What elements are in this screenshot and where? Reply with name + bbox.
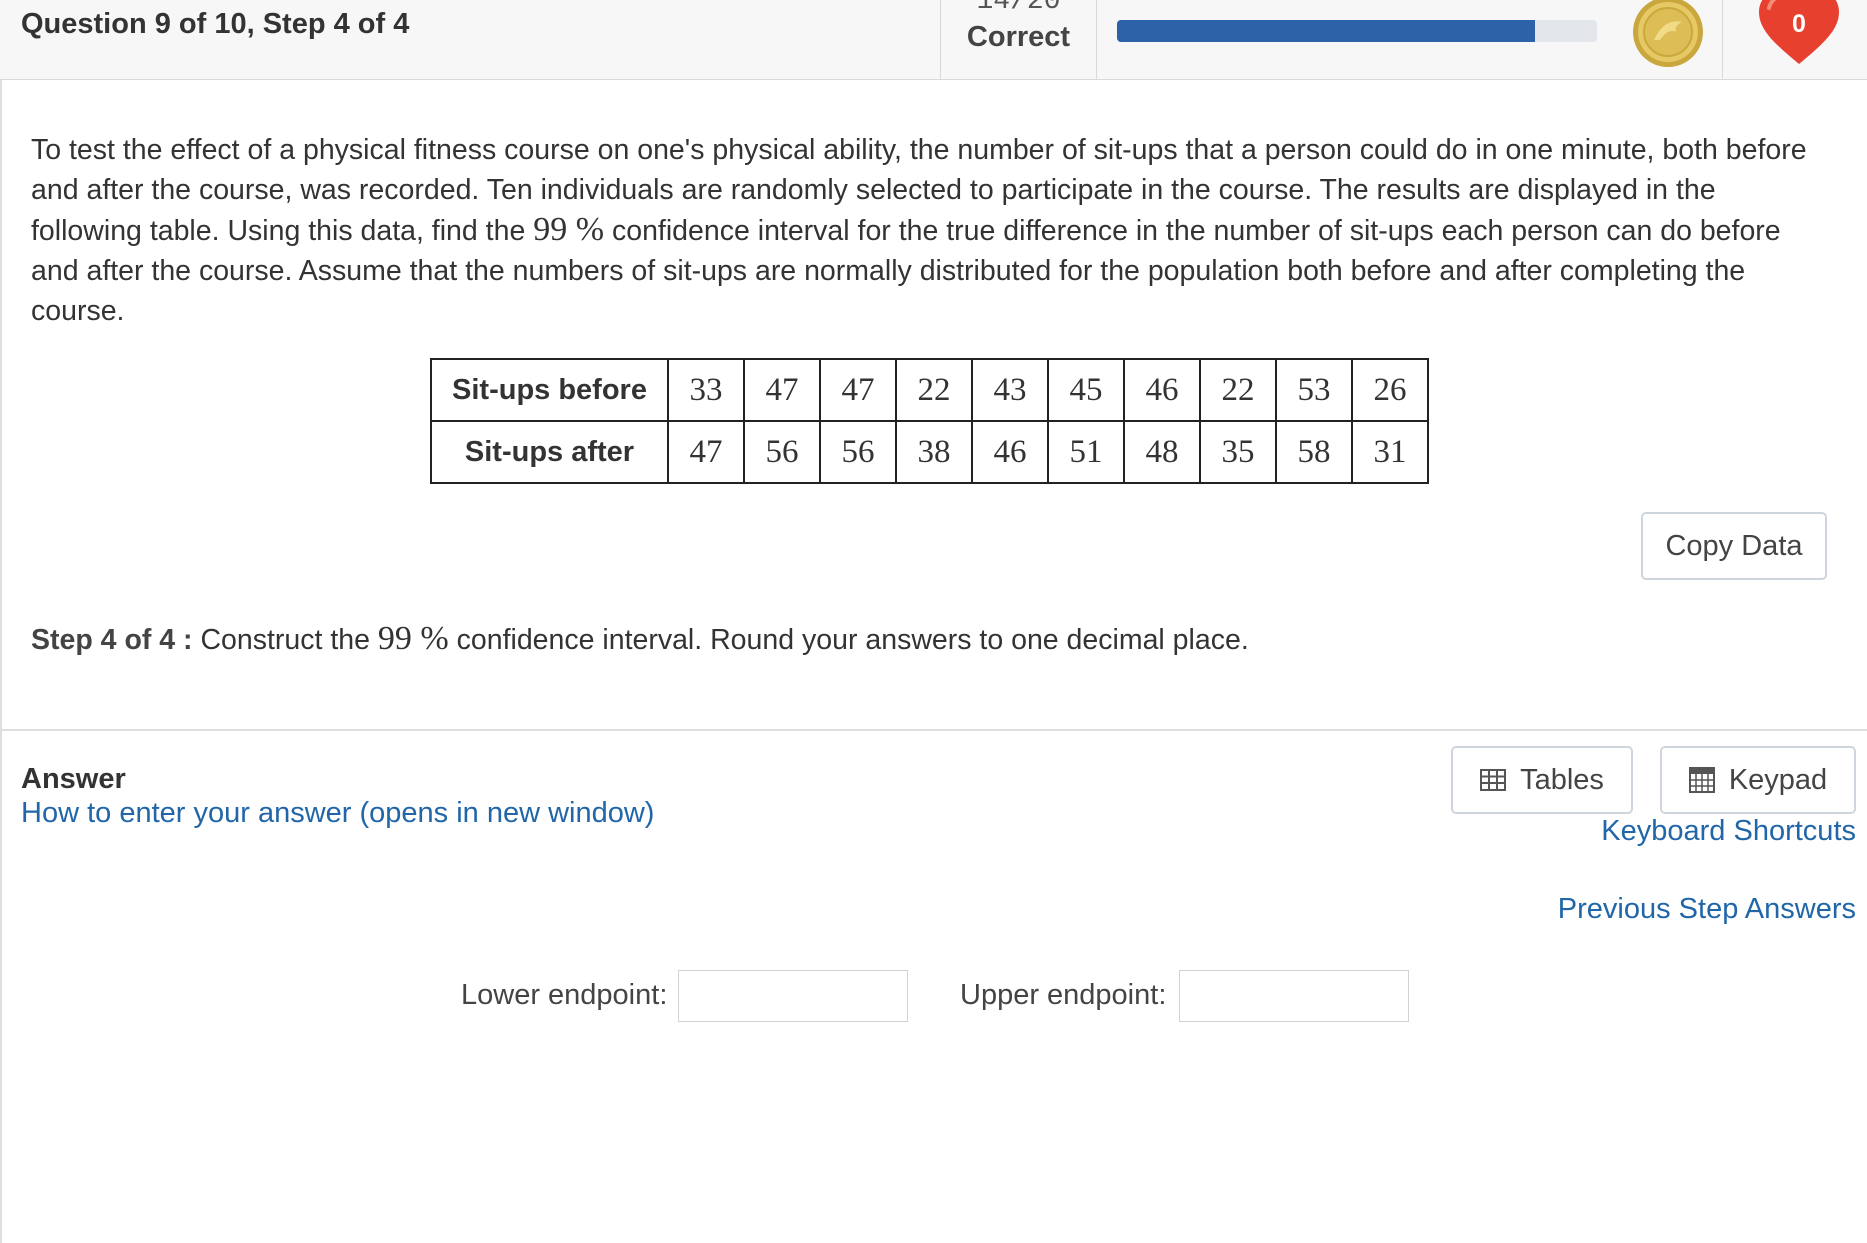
- score-box: 14/20 Correct: [940, 0, 1097, 80]
- progress-bar: [1117, 20, 1597, 42]
- keypad-button-label: Keypad: [1728, 763, 1828, 796]
- step-instruction: Step 4 of 4 : Construct the 99 % confide…: [31, 620, 1249, 658]
- tables-button-label: Tables: [1520, 763, 1604, 796]
- row-header-after: Sit-ups after: [430, 420, 669, 484]
- step-text-part1: Construct the: [192, 624, 378, 656]
- step-confidence-level: 99 %: [377, 620, 449, 657]
- content-left-border: [0, 80, 2, 1243]
- page: Question 9 of 10, Step 4 of 4 14/20 Corr…: [0, 0, 1867, 1243]
- lower-endpoint-input[interactable]: [678, 970, 908, 1022]
- table-cell: 46: [971, 420, 1049, 484]
- previous-step-answers-link[interactable]: Previous Step Answers: [1558, 893, 1856, 926]
- table-cell: 22: [1199, 358, 1277, 422]
- table-cell: 47: [819, 358, 897, 422]
- table-cell: 46: [1123, 358, 1201, 422]
- confidence-level: 99 %: [533, 211, 605, 248]
- section-divider: [0, 729, 1867, 731]
- table-cell: 47: [743, 358, 821, 422]
- lower-endpoint-label: Lower endpoint:: [461, 979, 668, 1011]
- situps-table: Sit-ups before 33 47 47 22 43 45 46 22 5…: [430, 358, 1429, 484]
- table-cell: 51: [1047, 420, 1125, 484]
- score-label: Correct: [966, 21, 1071, 53]
- score-count: 14/20: [976, 0, 1061, 17]
- table-cell: 56: [819, 420, 897, 484]
- copy-data-button[interactable]: Copy Data: [1641, 512, 1827, 580]
- table-cell: 48: [1123, 420, 1201, 484]
- step-label: Step 4 of 4 :: [31, 624, 193, 656]
- table-cell: 45: [1047, 358, 1125, 422]
- table-cell: 56: [743, 420, 821, 484]
- keypad-button[interactable]: Keypad: [1660, 746, 1856, 814]
- question-text: To test the effect of a physical fitness…: [31, 130, 1831, 331]
- table-cell: 31: [1351, 420, 1429, 484]
- table-cell: 35: [1199, 420, 1277, 484]
- table-cell: 43: [971, 358, 1049, 422]
- how-to-enter-answer-link[interactable]: How to enter your answer (opens in new w…: [21, 797, 654, 830]
- table-grid-icon: [1480, 769, 1507, 791]
- step-text-part2: confidence interval. Round your answers …: [448, 624, 1249, 656]
- upper-endpoint-input[interactable]: [1179, 970, 1409, 1022]
- table-cell: 53: [1275, 358, 1353, 422]
- keyboard-shortcuts-link[interactable]: Keyboard Shortcuts: [1601, 815, 1856, 848]
- table-row-before: Sit-ups before 33 47 47 22 43 45 46 22 5…: [430, 358, 1429, 422]
- table-cell: 47: [667, 420, 745, 484]
- row-header-before: Sit-ups before: [430, 358, 669, 422]
- upper-endpoint-label: Upper endpoint:: [960, 979, 1167, 1011]
- tables-button[interactable]: Tables: [1451, 746, 1633, 814]
- progress-fill: [1117, 20, 1535, 42]
- answer-title: Answer: [21, 763, 126, 795]
- table-cell: 38: [895, 420, 973, 484]
- table-cell: 33: [667, 358, 745, 422]
- table-row-after: Sit-ups after 47 56 56 38 46 51 48 35 58…: [430, 420, 1429, 484]
- question-title: Question 9 of 10, Step 4 of 4: [21, 8, 410, 40]
- table-cell: 26: [1351, 358, 1429, 422]
- header-bar: Question 9 of 10, Step 4 of 4 14/20 Corr…: [0, 0, 1867, 80]
- table-cell: 22: [895, 358, 973, 422]
- table-cell: 58: [1275, 420, 1353, 484]
- keypad-icon: [1688, 767, 1715, 793]
- header-divider: [1722, 0, 1723, 80]
- coin-icon: [1633, 0, 1703, 67]
- hearts-count: 0: [1792, 10, 1806, 38]
